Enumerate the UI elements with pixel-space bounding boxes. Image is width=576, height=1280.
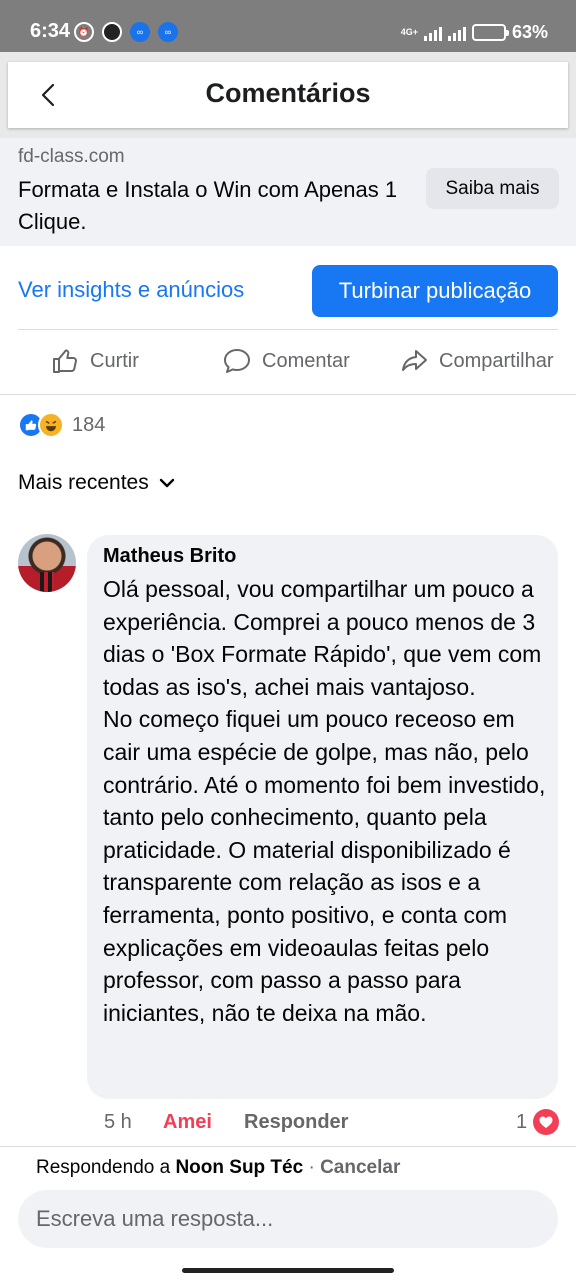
insights-link[interactable]: Ver insights e anúncios <box>18 277 244 303</box>
comment-icon <box>224 349 250 373</box>
comment-reaction-count: 1 <box>516 1110 528 1133</box>
header-area: Comentários <box>0 52 576 138</box>
comment-text: Olá pessoal, vou compartilhar um pouco a… <box>103 576 546 1026</box>
comment-author[interactable]: Matheus Brito <box>103 545 236 568</box>
sort-dropdown[interactable]: Mais recentes <box>18 471 175 495</box>
comment-button[interactable]: Comentar <box>222 346 350 376</box>
replying-to-bar: Respondendo a Noon Sup Téc · Cancelar <box>36 1157 400 1179</box>
divider <box>18 329 558 330</box>
signal-icon-2 <box>447 25 466 41</box>
link-domain: fd-class.com <box>18 146 125 167</box>
avatar[interactable] <box>18 534 76 592</box>
battery-percent: 63% <box>511 22 548 42</box>
love-reaction-button[interactable]: Amei <box>163 1111 212 1134</box>
link-title: Formata e Instala o Win com Apenas 1 Cli… <box>18 177 398 234</box>
replying-to-name: Noon Sup Téc <box>175 1157 304 1178</box>
battery-icon <box>471 24 509 41</box>
like-button[interactable]: Curtir <box>50 346 139 376</box>
sort-label: Mais recentes <box>18 471 149 494</box>
page-title: Comentários <box>205 78 371 108</box>
comment-bubble: Matheus Brito Olá pessoal, vou compartil… <box>87 535 558 1099</box>
messenger-icon: ∞ <box>130 22 150 42</box>
haha-reaction-icon <box>38 412 64 438</box>
network-type: 4G+ <box>400 27 418 37</box>
reactions-summary[interactable]: 184 <box>18 412 105 438</box>
reply-input[interactable] <box>18 1190 558 1248</box>
replying-prefix: Respondendo a <box>36 1157 171 1178</box>
status-time: 6:34 <box>30 20 71 42</box>
divider <box>0 394 576 395</box>
comment-reactions[interactable]: 1 <box>516 1109 560 1135</box>
reply-composer: Respondendo a Noon Sup Téc · Cancelar <box>0 1146 576 1280</box>
share-icon <box>402 350 427 371</box>
reply-button[interactable]: Responder <box>244 1111 348 1134</box>
signal-icon <box>423 25 442 41</box>
alarm-icon: ⏰ <box>74 22 94 42</box>
app-notification-icon <box>102 22 122 42</box>
header: Comentários <box>8 62 568 128</box>
boost-post-button[interactable]: Turbinar publicação <box>312 265 558 317</box>
learn-more-button[interactable]: Saiba mais <box>426 168 559 209</box>
link-preview[interactable]: fd-class.com Formata e Instala o Win com… <box>0 138 576 246</box>
chevron-down-icon <box>159 478 174 488</box>
home-indicator <box>182 1268 394 1273</box>
status-right: 4G+ 63% <box>401 22 548 43</box>
cancel-reply-button[interactable]: Cancelar <box>320 1157 400 1178</box>
notification-icons: ⏰ ∞ ∞ <box>74 22 178 42</box>
share-label: Compartilhar <box>439 349 554 372</box>
post-actions: Curtir Comentar Compartilhar <box>0 340 576 384</box>
share-button[interactable]: Compartilhar <box>399 346 553 376</box>
like-label: Curtir <box>90 349 139 372</box>
heart-icon <box>533 1109 560 1135</box>
separator: · <box>308 1157 315 1178</box>
messenger-icon-2: ∞ <box>158 22 178 42</box>
status-bar: 6:34 ⏰ ∞ ∞ 4G+ 63% <box>0 0 576 52</box>
comment-label: Comentar <box>262 349 350 372</box>
like-icon <box>53 349 77 373</box>
reaction-count: 184 <box>72 413 106 436</box>
comment-time: 5 h <box>104 1111 132 1133</box>
